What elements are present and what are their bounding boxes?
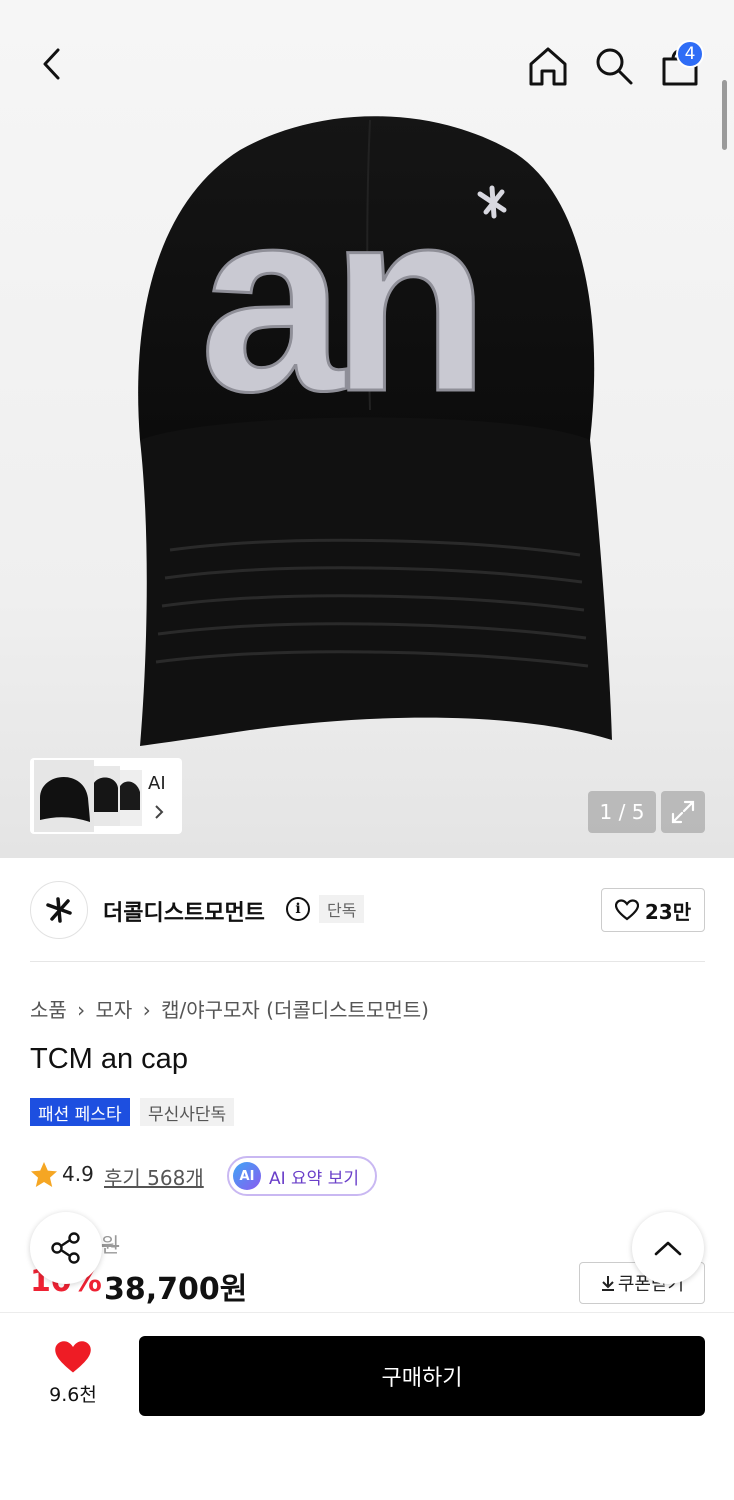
ai-summary-button[interactable]: AI AI 요약 보기 (227, 1156, 377, 1196)
wishlist-button[interactable]: 9.6천 (40, 1340, 106, 1407)
brand-star-icon (46, 897, 72, 923)
download-icon (601, 1276, 614, 1291)
search-button[interactable] (588, 40, 640, 92)
breadcrumb: 소품 › 모자 › 캡/야구모자 (더콜디스트모먼트) (30, 994, 433, 1023)
home-icon (529, 47, 567, 86)
wishlist-count: 9.6천 (49, 1384, 97, 1406)
thumbnail-ai-label: AI (148, 773, 166, 794)
musinsa-exclusive-tag: 무신사단독 (140, 1098, 235, 1126)
chevron-up-icon (654, 1241, 682, 1256)
brand-like-count: 23만 (644, 899, 692, 924)
breadcrumb-item[interactable]: 모자 (96, 998, 133, 1022)
chevron-left-icon (43, 48, 60, 80)
top-navigation-bar: 4 (0, 0, 734, 120)
reviews-link[interactable]: 후기 568개 (104, 1162, 204, 1191)
share-button[interactable] (30, 1212, 102, 1284)
thumbnail-images (34, 760, 142, 832)
share-icon (51, 1232, 80, 1264)
back-button[interactable] (28, 40, 76, 88)
cart-count-badge: 4 (676, 40, 704, 68)
sale-price: 38,700원 (104, 1272, 248, 1307)
brand-like-button[interactable]: 23만 (601, 888, 705, 932)
ai-badge-icon: AI (233, 1162, 261, 1190)
product-image-gallery[interactable]: an 4 AI 1 / 5 (0, 0, 734, 858)
heart-filled-icon (55, 1341, 91, 1373)
exclusive-tag: 단독 (319, 895, 365, 923)
brand-logo[interactable] (30, 881, 88, 939)
chevron-right-icon: › (142, 998, 151, 1022)
rating-value: 4.9 (62, 1162, 94, 1186)
breadcrumb-item[interactable]: 캡/야구모자 (더콜디스트모먼트) (161, 998, 429, 1022)
brand-name[interactable]: 더콜디스트모먼트 (103, 895, 265, 927)
buy-button[interactable]: 구매하기 (139, 1336, 705, 1416)
heart-outline-icon (614, 899, 639, 921)
home-button[interactable] (522, 40, 574, 92)
search-icon (596, 48, 633, 85)
product-title: TCM an cap (30, 1043, 188, 1075)
expand-icon (671, 800, 695, 824)
chevron-right-icon: › (77, 998, 86, 1022)
star-icon (31, 1162, 57, 1187)
breadcrumb-item[interactable]: 소품 (30, 998, 67, 1022)
product-image-cap: an (138, 116, 612, 746)
fashion-festa-tag: 패션 페스타 (30, 1098, 130, 1126)
info-icon[interactable]: i (286, 897, 310, 921)
chevron-right-icon (155, 805, 164, 819)
image-counter: 1 / 5 (588, 791, 656, 833)
scroll-to-top-button[interactable] (632, 1212, 704, 1284)
thumbnail-strip[interactable]: AI (30, 758, 182, 834)
divider (30, 961, 705, 962)
scrollbar[interactable] (722, 80, 727, 150)
ai-summary-label: AI 요약 보기 (269, 1168, 360, 1189)
svg-text:an: an (200, 156, 477, 446)
expand-image-button[interactable] (661, 791, 705, 833)
